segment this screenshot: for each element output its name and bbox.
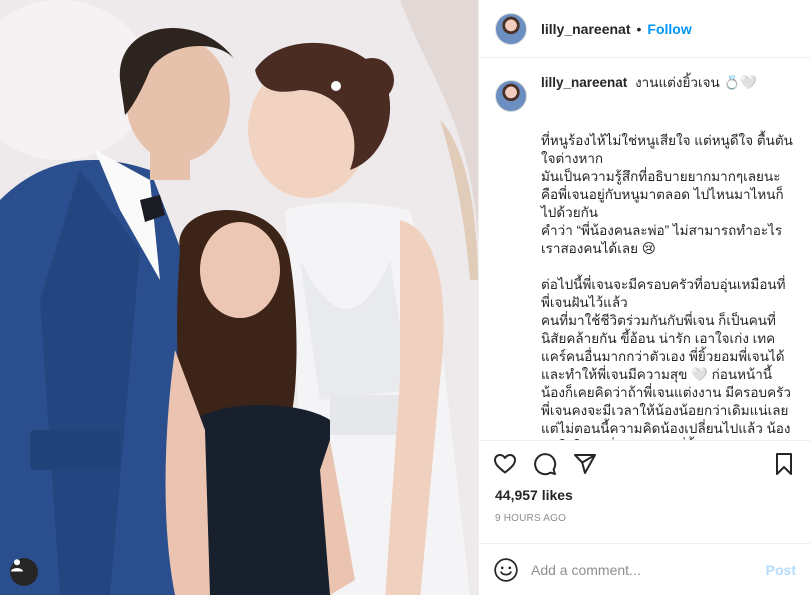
caption-text: ที่หนูร้องไห้ไม่ใช่หนูเสียใจ แต่หนูดีใจ … [541,133,793,440]
caption-area[interactable]: lilly_nareenat งานแต่งยิ้วเจน 💍🤍 ที่หนูร… [479,58,810,441]
emoji-icon[interactable] [493,557,519,583]
caption-avatar[interactable] [495,80,527,112]
paper-plane-icon[interactable] [573,452,597,476]
post-side-panel: lilly_nareenat • Follow lilly_nareenat ง… [478,0,810,595]
caption-header: lilly_nareenat งานแต่งยิ้วเจน 💍🤍 [495,74,794,112]
comment-icon[interactable] [533,452,557,476]
header-username[interactable]: lilly_nareenat [541,21,631,37]
follow-button[interactable]: Follow [647,21,691,37]
wedding-photo-illustration [0,0,478,595]
user-icon [11,559,23,572]
action-bar [479,441,810,487]
separator-dot: • [636,20,642,37]
post-comment-button[interactable]: Post [766,562,796,578]
add-comment-bar: Post [479,543,810,595]
comment-input[interactable] [531,561,766,578]
heart-icon[interactable] [493,452,517,476]
post-photo[interactable] [0,0,478,595]
likes-count[interactable]: 44,957 likes [479,487,810,507]
avatar[interactable] [495,12,527,45]
bookmark-icon[interactable] [772,452,796,476]
caption-first-line: lilly_nareenat งานแต่งยิ้วเจน 💍🤍 [541,74,757,92]
instagram-post: lilly_nareenat • Follow lilly_nareenat ง… [0,0,810,595]
post-header: lilly_nareenat • Follow [479,0,810,58]
caption-username[interactable]: lilly_nareenat [541,75,627,90]
post-timestamp[interactable]: 9 HOURS AGO [479,507,810,533]
caption-title: งานแต่งยิ้วเจน 💍🤍 [635,75,758,90]
tagged-users-button[interactable] [10,558,38,586]
